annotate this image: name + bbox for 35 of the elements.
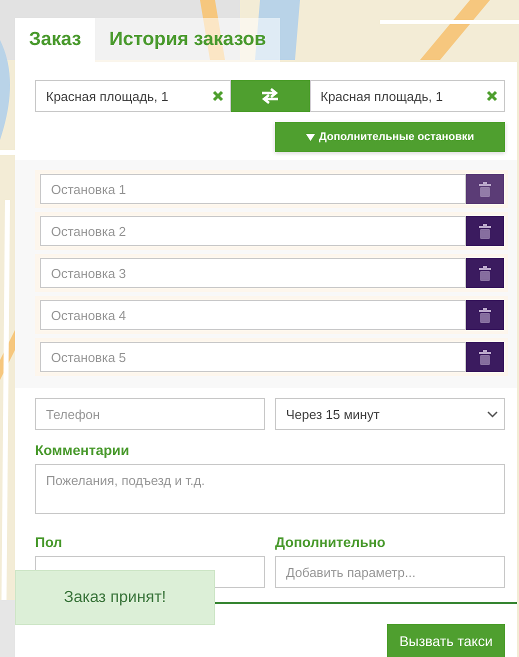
trash-icon bbox=[479, 350, 491, 364]
delete-button[interactable] bbox=[466, 258, 504, 288]
stop-field[interactable]: Остановка 1 bbox=[40, 174, 466, 204]
address-field[interactable]: Красная площадь, 1 bbox=[310, 80, 505, 112]
comments-label: Комментарии bbox=[35, 442, 130, 458]
call-taxi-button[interactable]: Вызвать такси bbox=[387, 624, 505, 657]
trash-icon bbox=[479, 182, 491, 196]
delete-button[interactable] bbox=[466, 174, 504, 204]
extra-field[interactable]: Добавить параметр... bbox=[275, 556, 505, 588]
comments-field[interactable]: Пожелания, подъезд и т.д. bbox=[35, 464, 505, 514]
trash-icon bbox=[479, 266, 491, 280]
swap-button[interactable] bbox=[230, 80, 310, 112]
stop-field[interactable]: Остановка 2 bbox=[40, 216, 466, 246]
time-select[interactable]: Через 15 минут bbox=[275, 398, 505, 430]
chevron-down-icon bbox=[487, 410, 498, 418]
delete-button[interactable] bbox=[466, 216, 504, 246]
caret-down-icon bbox=[306, 134, 315, 140]
extra-stops-button[interactable]: Дополнительные остановки bbox=[275, 122, 505, 152]
trash-icon bbox=[479, 308, 491, 322]
stop-field[interactable]: Остановка 5 bbox=[40, 342, 466, 372]
extra-label: Дополнительно bbox=[275, 534, 386, 550]
tab[interactable]: История заказов bbox=[95, 18, 280, 62]
gender-label: Пол bbox=[35, 534, 64, 550]
phone-field[interactable]: Телефон bbox=[35, 398, 265, 430]
delete-button[interactable] bbox=[466, 300, 504, 330]
swap-arrows-icon bbox=[260, 88, 280, 104]
close-icon[interactable] bbox=[486, 90, 498, 102]
close-icon[interactable] bbox=[212, 90, 224, 102]
stop-field[interactable]: Остановка 4 bbox=[40, 300, 466, 330]
stop-field[interactable]: Остановка 3 bbox=[40, 258, 466, 288]
tab[interactable]: Заказ bbox=[15, 18, 96, 62]
trash-icon bbox=[479, 224, 491, 238]
delete-button[interactable] bbox=[466, 342, 504, 372]
address-field[interactable]: Красная площадь, 1 bbox=[35, 80, 230, 112]
notification-toast: Заказ принят! bbox=[15, 570, 215, 625]
